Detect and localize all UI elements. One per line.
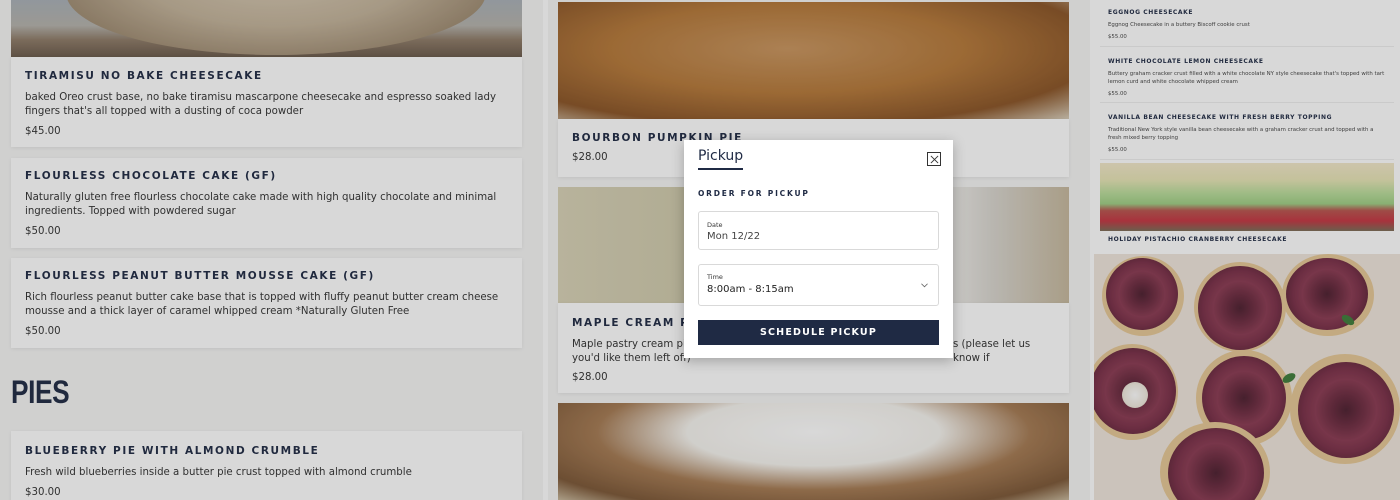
modal-subtitle: ORDER FOR PICKUP: [698, 189, 810, 198]
time-label: Time: [707, 273, 723, 281]
modal-title: Pickup: [698, 148, 744, 170]
close-button[interactable]: [927, 152, 941, 166]
date-field[interactable]: Date Mon 12/22: [698, 211, 939, 250]
time-value: 8:00am - 8:15am: [707, 284, 794, 295]
time-select[interactable]: Time 8:00am - 8:15am: [698, 264, 939, 306]
pickup-modal: Pickup ORDER FOR PICKUP Date Mon 12/22 T…: [684, 140, 953, 358]
date-value: Mon 12/22: [707, 231, 761, 242]
schedule-pickup-button[interactable]: SCHEDULE PICKUP: [698, 320, 939, 345]
date-label: Date: [707, 221, 723, 229]
close-icon: [930, 155, 938, 163]
chevron-down-icon: [921, 283, 928, 288]
